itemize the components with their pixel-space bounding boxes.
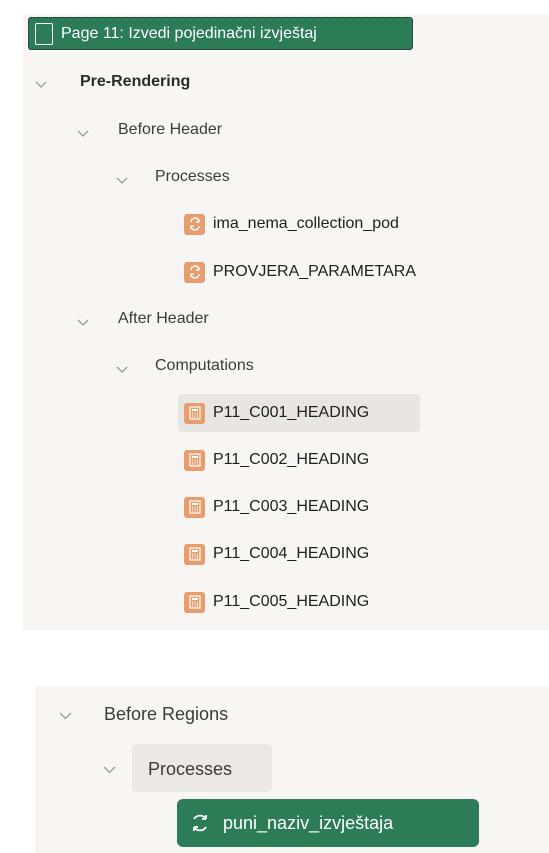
process-item[interactable]: ima_nema_collection_pod xyxy=(184,207,399,241)
computation-item[interactable]: P11_C005_HEADING xyxy=(184,585,369,619)
computation-item[interactable]: P11_C003_HEADING xyxy=(184,490,369,524)
process-icon xyxy=(184,213,205,235)
tree-node-processes[interactable]: Processes xyxy=(155,160,230,194)
computation-item[interactable]: P11_C001_HEADING xyxy=(184,396,369,430)
computation-item[interactable]: P11_C002_HEADING xyxy=(184,443,369,477)
process-icon xyxy=(187,810,213,836)
computations-label: Computations xyxy=(155,357,254,374)
before-header-label: Before Header xyxy=(118,121,223,138)
tree-node-processes-regions[interactable]: Processes xyxy=(148,751,232,787)
pre-rendering-label: Pre-Rendering xyxy=(80,73,191,90)
tree-node-before-header[interactable]: Before Header xyxy=(118,113,222,147)
chevron-down-icon[interactable] xyxy=(116,177,128,185)
chevron-down-icon[interactable] xyxy=(77,130,89,138)
tree-node-pre-rendering[interactable]: Pre-Rendering xyxy=(80,65,190,99)
selected-process-label: puni_naziv_izvještaja xyxy=(223,812,394,833)
computation-item-label: P11_C001_HEADING xyxy=(213,404,370,421)
selected-process-node[interactable]: puni_naziv_izvještaja xyxy=(177,799,479,847)
computation-item-label: P11_C002_HEADING xyxy=(213,451,370,468)
computation-item-label: P11_C005_HEADING xyxy=(213,593,370,610)
process-icon xyxy=(184,261,205,283)
calculator-icon xyxy=(184,591,205,613)
chevron-down-icon[interactable] xyxy=(77,319,89,327)
tree-node-after-header[interactable]: After Header xyxy=(118,302,209,336)
computation-item-label: P11_C003_HEADING xyxy=(213,498,370,515)
tree-node-before-regions[interactable]: Before Regions xyxy=(104,696,228,732)
processes-label: Processes xyxy=(155,168,230,185)
calculator-icon xyxy=(184,543,205,565)
calculator-icon xyxy=(184,449,205,471)
chevron-down-icon[interactable] xyxy=(59,712,72,720)
after-header-label: After Header xyxy=(118,310,209,327)
page-node[interactable]: Page 11: Izvedi pojedinačni izvještaj xyxy=(28,17,413,50)
processes-regions-label: Processes xyxy=(148,758,233,779)
process-item[interactable]: PROVJERA_PARAMETARA xyxy=(184,255,416,289)
chevron-down-icon[interactable] xyxy=(116,366,128,374)
process-item-label: PROVJERA_PARAMETARA xyxy=(213,263,417,280)
page-icon xyxy=(35,22,53,45)
tree-node-computations[interactable]: Computations xyxy=(155,349,254,383)
before-regions-label: Before Regions xyxy=(104,703,229,724)
process-item-label: ima_nema_collection_pod xyxy=(213,215,399,232)
page-node-label: Page 11: Izvedi pojedinačni izvještaj xyxy=(61,24,317,42)
computation-item-label: P11_C004_HEADING xyxy=(213,545,370,562)
calculator-icon xyxy=(184,402,205,424)
computation-item[interactable]: P11_C004_HEADING xyxy=(184,537,369,571)
chevron-down-icon[interactable] xyxy=(35,81,47,89)
calculator-icon xyxy=(184,496,205,518)
chevron-down-icon[interactable] xyxy=(103,766,116,774)
